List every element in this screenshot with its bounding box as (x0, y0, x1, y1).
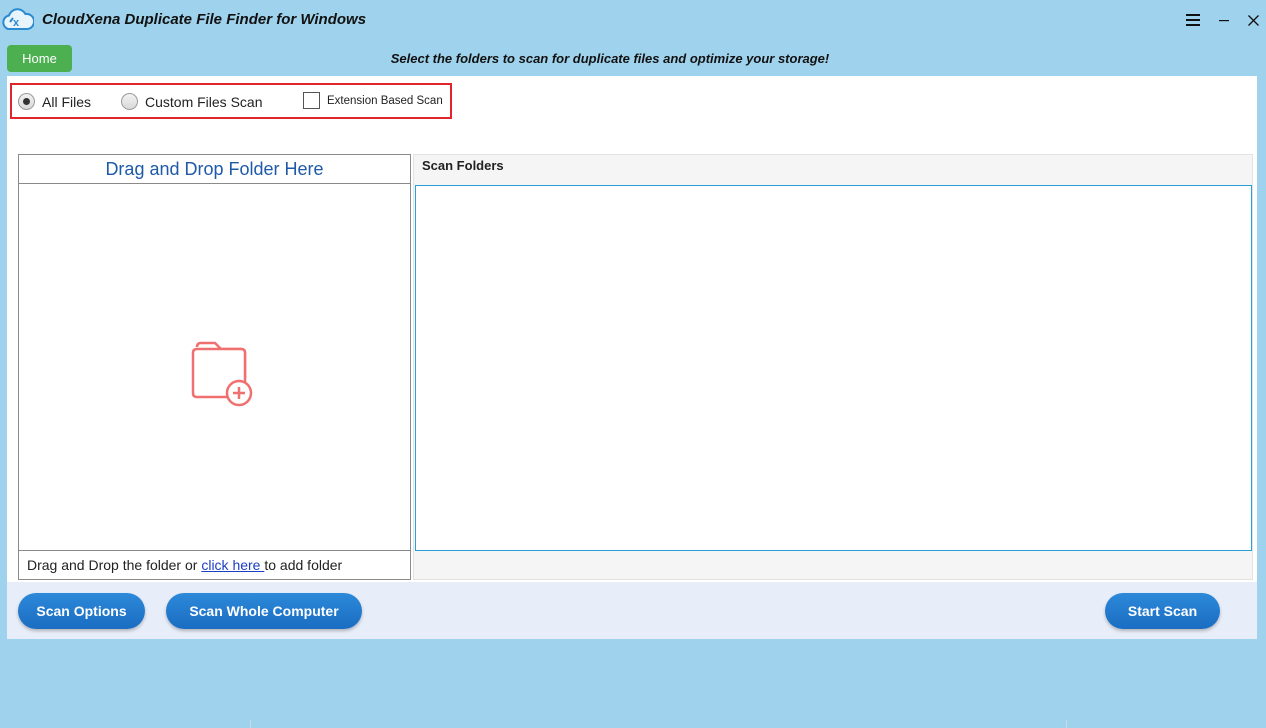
drop-zone-title: Drag and Drop Folder Here (19, 155, 410, 184)
drop-zone-footer: Drag and Drop the folder or click here t… (19, 550, 410, 579)
custom-files-scan-radio[interactable]: Custom Files Scan (121, 93, 262, 110)
home-button[interactable]: Home (7, 45, 72, 72)
scan-folders-header: Scan Folders (422, 158, 504, 173)
page-subtitle: Select the folders to scan for duplicate… (390, 51, 830, 66)
status-divider (1066, 720, 1067, 728)
svg-text:x: x (13, 17, 20, 29)
folder-drop-zone[interactable]: Drag and Drop Folder Here Drag and Drop … (18, 154, 411, 580)
radio-selected-icon (18, 93, 35, 110)
folder-add-icon[interactable] (179, 333, 259, 409)
drop-footer-suffix: to add folder (264, 557, 343, 573)
start-scan-button[interactable]: Start Scan (1105, 593, 1220, 629)
extension-based-scan-checkbox[interactable]: Extension Based Scan (303, 92, 443, 109)
app-title: CloudXena Duplicate File Finder for Wind… (42, 11, 367, 28)
close-icon[interactable] (1242, 9, 1264, 31)
all-files-radio[interactable]: All Files (18, 93, 91, 110)
extension-based-scan-label: Extension Based Scan (327, 94, 443, 107)
checkbox-unchecked-icon (303, 92, 320, 109)
radio-unselected-icon (121, 93, 138, 110)
scan-folders-list[interactable] (415, 185, 1252, 551)
all-files-label: All Files (42, 93, 92, 110)
title-bar: x CloudXena Duplicate File Finder for Wi… (0, 0, 1266, 40)
drop-footer-prefix: Drag and Drop the folder or (27, 557, 202, 573)
cloud-duplicate-logo-icon: x (2, 8, 34, 30)
minimize-icon[interactable] (1213, 9, 1235, 31)
scan-type-group: All Files Custom Files Scan Extension Ba… (10, 83, 452, 119)
custom-files-scan-label: Custom Files Scan (145, 93, 263, 110)
scan-options-button[interactable]: Scan Options (18, 593, 145, 629)
status-divider (250, 720, 251, 728)
main-panel: All Files Custom Files Scan Extension Ba… (7, 76, 1257, 639)
scan-folders-panel: Scan Folders (413, 154, 1253, 580)
hamburger-menu-icon[interactable] (1182, 9, 1204, 31)
scan-whole-computer-button[interactable]: Scan Whole Computer (166, 593, 362, 629)
click-here-link[interactable]: click here (201, 557, 264, 573)
